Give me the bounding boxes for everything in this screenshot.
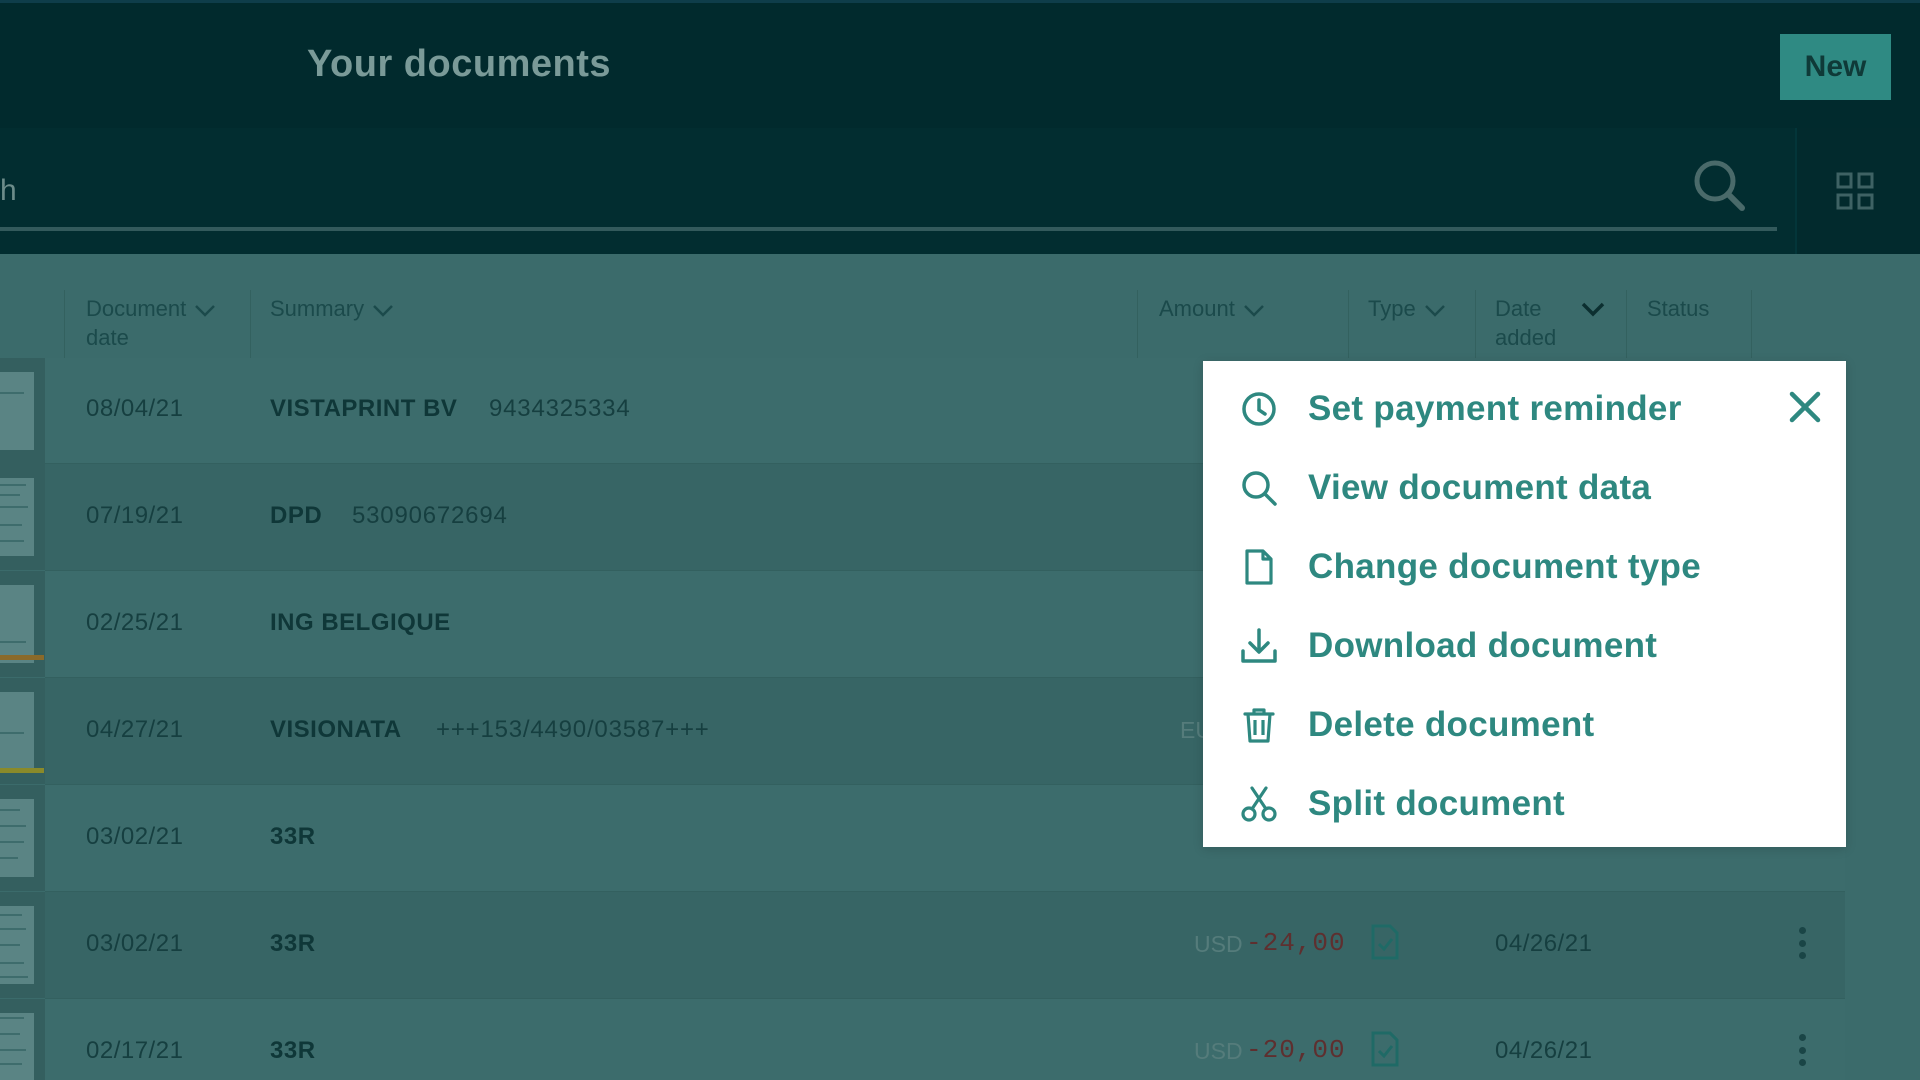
menu-item-label: Change document type (1308, 547, 1701, 586)
menu-item-label: Download document (1308, 626, 1658, 665)
column-divider (1475, 290, 1476, 358)
column-header-status[interactable]: Status (1647, 295, 1709, 322)
row-vendor: 33R (270, 930, 316, 957)
row-vendor: DPD (270, 502, 323, 529)
document-context-menu: Set payment reminder View document data … (1203, 361, 1846, 847)
document-thumbnail[interactable] (0, 678, 45, 784)
document-thumbnail[interactable] (0, 892, 45, 998)
row-amount: -24,00 (1246, 928, 1346, 958)
document-thumbnail[interactable] (0, 785, 45, 891)
chevron-down-icon (1424, 297, 1446, 324)
row-reference: +++153/4490/03587+++ (436, 716, 710, 743)
close-icon[interactable] (1785, 387, 1825, 427)
row-vendor: VISIONATA (270, 716, 402, 743)
column-header-summary[interactable]: Summary (270, 295, 394, 324)
menu-item-label: Split document (1308, 784, 1565, 823)
menu-item-view-document-data[interactable]: View document data (1203, 453, 1763, 523)
menu-item-download-document[interactable]: Download document (1203, 611, 1763, 681)
row-currency: USD (1194, 1038, 1243, 1064)
grid-view-icon[interactable] (1836, 172, 1874, 210)
row-date-added: 04/26/21 (1495, 930, 1593, 957)
column-header-label: Type (1368, 296, 1416, 321)
row-document-date: 02/25/21 (86, 609, 184, 636)
column-divider (1751, 290, 1752, 358)
document-check-icon (1370, 924, 1400, 960)
trash-icon (1240, 706, 1278, 744)
document-check-icon (1370, 1031, 1400, 1067)
search-input[interactable] (0, 155, 1777, 231)
row-reference: 9434325334 (489, 395, 631, 422)
column-header-amount[interactable]: Amount (1159, 295, 1265, 324)
top-bar: Your documents New (0, 0, 1920, 128)
row-document-date: 03/02/21 (86, 930, 184, 957)
row-date-added: 04/26/21 (1495, 1037, 1593, 1064)
column-header-label: added (1495, 325, 1557, 350)
row-document-date: 07/19/21 (86, 502, 184, 529)
row-document-date: 03/02/21 (86, 823, 184, 850)
menu-item-label: View document data (1308, 468, 1652, 507)
column-header-type[interactable]: Type (1368, 295, 1446, 324)
page-title: Your documents (307, 43, 611, 85)
column-header-document-date[interactable]: Document date (86, 295, 216, 351)
chevron-down-icon (1581, 297, 1605, 324)
row-more-options-icon[interactable] (1793, 923, 1811, 963)
row-currency: USD (1194, 931, 1243, 957)
row-vendor: VISTAPRINT BV (270, 395, 458, 422)
row-amount: -20,00 (1246, 1035, 1346, 1065)
column-header-label: date (86, 325, 129, 350)
column-divider (1348, 290, 1349, 358)
document-icon (1240, 548, 1278, 586)
row-reference: 53090672694 (352, 502, 508, 529)
column-divider (1137, 290, 1138, 358)
column-header-label: Amount (1159, 296, 1235, 321)
chevron-down-icon (372, 297, 394, 324)
document-thumbnail[interactable] (0, 999, 45, 1080)
row-document-date: 02/17/21 (86, 1037, 184, 1064)
chevron-down-icon (1243, 297, 1265, 324)
row-vendor: 33R (270, 1037, 316, 1064)
scissors-icon (1240, 785, 1278, 823)
row-document-date: 08/04/21 (86, 395, 184, 422)
menu-item-delete-document[interactable]: Delete document (1203, 690, 1763, 760)
column-header-label: Date (1495, 296, 1542, 321)
search-icon (1240, 469, 1278, 507)
new-document-button[interactable]: New (1780, 34, 1891, 100)
search-icon[interactable] (1690, 156, 1750, 216)
menu-item-split-document[interactable]: Split document (1203, 769, 1763, 839)
document-thumbnail[interactable] (0, 464, 45, 570)
menu-item-label: Delete document (1308, 705, 1595, 744)
column-header-label: Document (86, 296, 187, 321)
document-thumbnail[interactable] (0, 358, 45, 464)
column-header-label: Summary (270, 296, 365, 321)
column-header-date-added[interactable]: Date added (1495, 295, 1605, 351)
row-vendor: ING BELGIQUE (270, 609, 451, 636)
column-divider (64, 290, 65, 358)
row-vendor: 33R (270, 823, 316, 850)
menu-item-change-document-type[interactable]: Change document type (1203, 532, 1763, 602)
clock-icon (1240, 390, 1278, 428)
download-icon (1240, 627, 1278, 665)
column-divider (250, 290, 251, 358)
column-header-label: Status (1647, 296, 1710, 321)
menu-item-label: Set payment reminder (1308, 389, 1682, 428)
column-divider (1626, 290, 1627, 358)
menu-item-set-payment-reminder[interactable]: Set payment reminder (1203, 374, 1763, 444)
row-document-date: 04/27/21 (86, 716, 184, 743)
chevron-down-icon (194, 297, 216, 324)
document-thumbnail[interactable] (0, 571, 45, 677)
row-more-options-icon[interactable] (1793, 1030, 1811, 1070)
